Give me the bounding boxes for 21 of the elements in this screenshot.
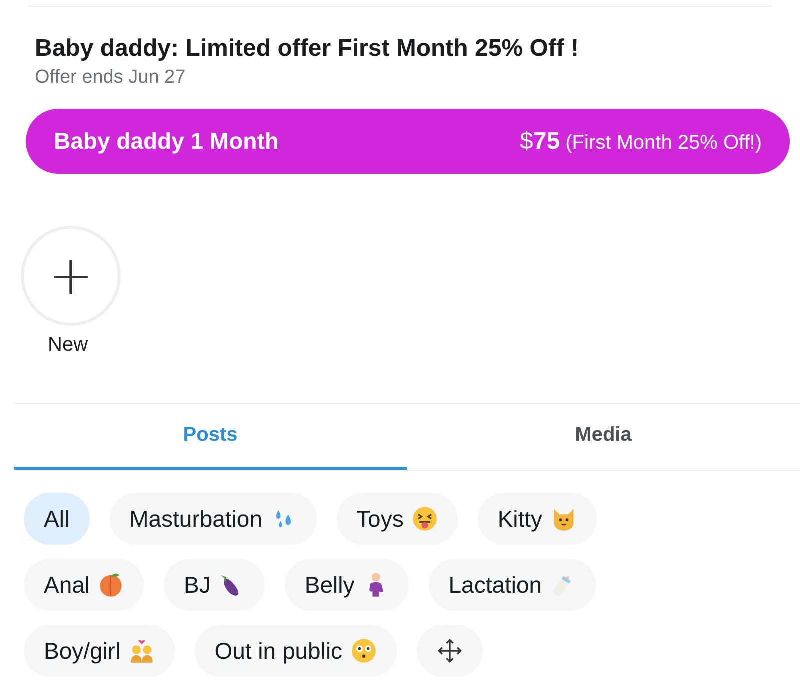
offer-end-date: Offer ends Jun 27 (35, 67, 187, 89)
flushed-face-icon (350, 638, 377, 664)
new-button[interactable]: + (21, 226, 121, 326)
couple-icon (128, 638, 155, 664)
subscription-button[interactable]: Baby daddy 1 Month $75 (First Month 25% Off!) (26, 109, 790, 174)
tag-chip[interactable]: Out in public (194, 625, 397, 677)
new-label: New (48, 334, 88, 357)
move-icon (436, 638, 463, 664)
tongue-face-icon (412, 506, 438, 532)
tag-chip[interactable]: Boy/girl (24, 625, 175, 677)
tag-chip[interactable]: Kitty (478, 493, 597, 545)
tag-chip[interactable]: Masturbation (110, 493, 317, 545)
tag-chip[interactable]: BJ (164, 559, 265, 611)
tab[interactable]: Media (407, 404, 800, 470)
tag-chip[interactable]: Toys (336, 493, 458, 545)
tag-chip[interactable]: Belly (284, 559, 409, 611)
tag-chip[interactable]: All (24, 493, 90, 545)
peach-icon (98, 572, 124, 598)
tag-chip[interactable]: Lactation (428, 559, 596, 611)
tag-chip[interactable]: Anal (24, 559, 144, 611)
offer-title: Baby daddy: Limited offer First Month 25% Off ! (35, 35, 580, 63)
